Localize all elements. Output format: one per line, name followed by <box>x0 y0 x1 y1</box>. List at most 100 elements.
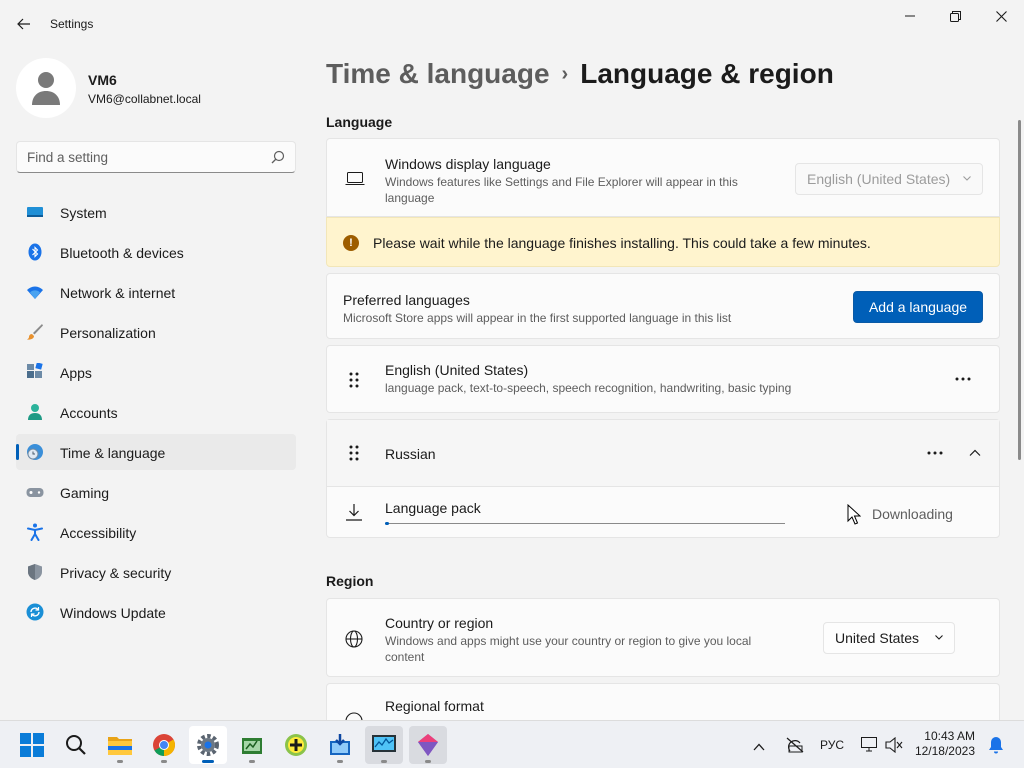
search-button[interactable] <box>57 726 95 764</box>
windows-logo-icon <box>20 733 44 757</box>
start-button[interactable] <box>13 726 51 764</box>
sidebar-item-personalization[interactable]: Personalization <box>16 314 296 350</box>
show-hidden-icons-button[interactable] <box>753 738 765 756</box>
folder-icon <box>108 737 132 755</box>
sidebar-item-windows-update[interactable]: Windows Update <box>16 594 296 630</box>
sidebar-item-label: Apps <box>60 365 92 381</box>
warning-icon: ! <box>343 235 359 251</box>
page-title: Language & region <box>580 58 834 89</box>
running-indicator <box>425 760 431 763</box>
display-language-dropdown[interactable]: English (United States) <box>795 163 983 195</box>
country-region-dropdown[interactable]: United States <box>823 622 955 654</box>
input-language-indicator[interactable]: РУС <box>820 738 844 752</box>
breadcrumb-parent-link[interactable]: Time & language <box>326 58 550 89</box>
wifi-icon <box>27 286 43 299</box>
taskbar-app-monitor[interactable] <box>365 726 403 764</box>
close-button[interactable] <box>978 4 1024 28</box>
sidebar-item-label: Accessibility <box>60 525 137 541</box>
running-indicator <box>202 760 214 763</box>
globe-icon <box>345 630 363 648</box>
speaker-muted-icon <box>885 736 903 754</box>
search-icon <box>271 150 285 164</box>
taskbar-file-explorer[interactable] <box>101 726 139 764</box>
volume-tray-button[interactable] <box>885 736 903 758</box>
sidebar-item-accessibility[interactable]: Accessibility <box>16 514 296 550</box>
taskbar-settings[interactable] <box>189 726 227 764</box>
close-icon <box>995 10 1007 22</box>
search-icon <box>66 735 86 755</box>
sidebar-item-label: Network & internet <box>60 285 176 301</box>
sidebar-item-label: Bluetooth & devices <box>60 245 184 261</box>
mouse-cursor-icon <box>847 504 861 525</box>
app-title: Settings <box>50 17 94 31</box>
taskbar-app-plus[interactable] <box>277 726 315 764</box>
controller-icon <box>26 488 44 497</box>
sidebar-item-apps[interactable]: Apps <box>16 354 296 390</box>
display-language-card: Windows display language Windows feature… <box>326 138 1000 217</box>
notifications-button[interactable] <box>988 736 1004 759</box>
search-box[interactable]: Find a setting <box>16 141 296 173</box>
sidebar-item-label: Personalization <box>60 325 156 341</box>
running-indicator <box>161 760 167 763</box>
drag-handle-icon[interactable] <box>347 371 361 389</box>
sidebar-item-network[interactable]: Network & internet <box>16 274 296 310</box>
monitor-graph-icon <box>372 735 396 752</box>
installer-icon <box>330 734 350 755</box>
drag-handle-icon[interactable] <box>347 444 361 462</box>
accessibility-icon <box>27 523 43 541</box>
install-warning-bar: ! Please wait while the language finishe… <box>326 217 1000 267</box>
taskbar-app-green[interactable] <box>233 726 271 764</box>
sidebar-item-time-language[interactable]: Time & language <box>16 434 296 470</box>
scrollbar[interactable] <box>1018 120 1021 460</box>
sidebar-item-system[interactable]: System <box>16 194 296 230</box>
language-item-english[interactable]: English (United States) language pack, t… <box>326 345 1000 413</box>
preferred-languages-card: Preferred languages Microsoft Store apps… <box>326 273 1000 339</box>
sidebar-item-bluetooth[interactable]: Bluetooth & devices <box>16 234 296 270</box>
language-section-title: Language <box>326 114 393 130</box>
network-tray-button[interactable] <box>786 737 804 758</box>
display-icon <box>861 737 877 752</box>
more-options-button[interactable] <box>947 363 979 395</box>
add-language-button[interactable]: Add a language <box>853 291 983 323</box>
shield-icon <box>28 564 42 580</box>
language-item-russian: Russian Language pack Downloading <box>326 419 1000 538</box>
display-language-title: Windows display language <box>385 156 551 172</box>
back-button[interactable] <box>10 12 38 36</box>
russian-header-row[interactable]: Russian <box>327 420 999 487</box>
running-indicator <box>249 760 255 763</box>
sidebar-item-label: Privacy & security <box>60 565 172 581</box>
back-arrow-icon <box>17 18 30 30</box>
sidebar-item-accounts[interactable]: Accounts <box>16 394 296 430</box>
region-section-title: Region <box>326 573 374 589</box>
gear-icon <box>197 734 219 756</box>
clock[interactable]: 10:43 AM 12/18/2023 <box>905 729 975 759</box>
restore-button[interactable] <box>932 4 978 28</box>
bell-icon <box>989 737 1003 754</box>
language-features: language pack, text-to-speech, speech re… <box>385 381 792 395</box>
more-options-button[interactable] <box>919 437 951 469</box>
gem-icon <box>418 734 438 756</box>
taskbar-app-installer[interactable] <box>321 726 359 764</box>
taskbar-app-gem[interactable] <box>409 726 447 764</box>
language-name: English (United States) <box>385 362 529 378</box>
sidebar-item-privacy[interactable]: Privacy & security <box>16 554 296 590</box>
country-region-card: Country or region Windows and apps might… <box>326 598 1000 677</box>
download-icon <box>346 504 362 521</box>
avatar <box>16 58 76 118</box>
clock-time: 10:43 AM <box>924 729 975 743</box>
apps-icon <box>27 363 43 378</box>
user-profile[interactable]: VM6 VM6@collabnet.local <box>16 58 296 118</box>
preferred-languages-title: Preferred languages <box>343 292 470 308</box>
display-language-value: English (United States) <box>807 171 951 187</box>
collapse-button[interactable] <box>959 437 991 469</box>
clock-date: 12/18/2023 <box>914 744 975 758</box>
minimize-button[interactable] <box>887 4 933 28</box>
taskbar-chrome[interactable] <box>145 726 183 764</box>
search-input[interactable]: Find a setting <box>27 150 108 165</box>
person-icon <box>28 404 42 420</box>
running-indicator <box>117 760 123 763</box>
sidebar-item-label: Gaming <box>60 485 110 501</box>
sidebar-item-gaming[interactable]: Gaming <box>16 474 296 510</box>
quick-settings-button[interactable] <box>861 736 877 757</box>
language-pack-label: Language pack <box>385 500 481 516</box>
